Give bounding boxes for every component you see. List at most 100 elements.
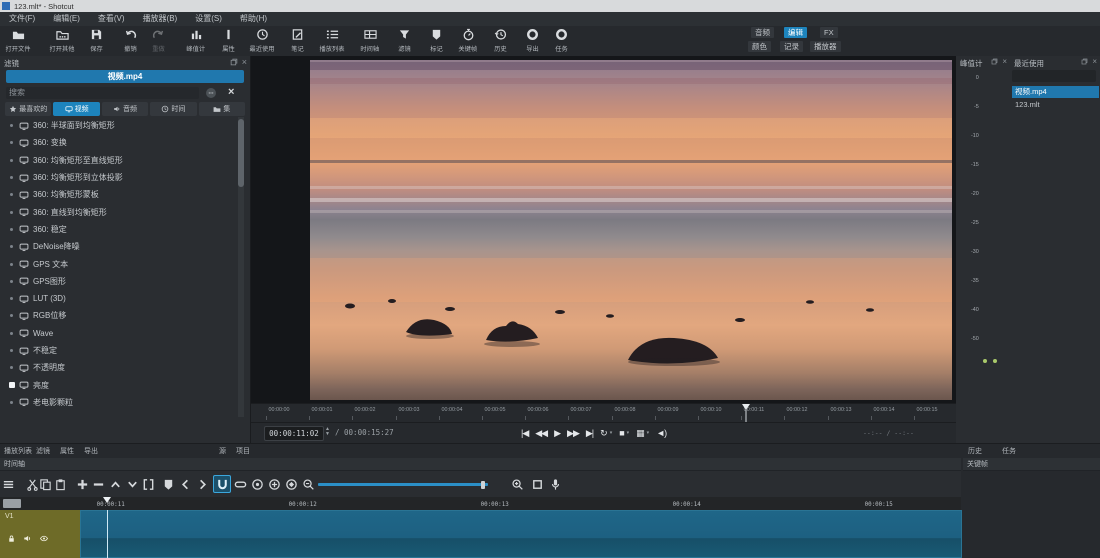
timecode-spinner[interactable]: ▲▼ bbox=[325, 427, 330, 437]
timeline-circle-plus-button[interactable] bbox=[265, 475, 283, 493]
timeline-chev-up-button[interactable] bbox=[106, 475, 124, 493]
track-lock-icon[interactable] bbox=[7, 534, 16, 543]
volume-button[interactable]: ◄) bbox=[656, 425, 666, 441]
player-playhead[interactable] bbox=[742, 404, 750, 410]
menu-3[interactable]: 查看(V) bbox=[89, 12, 134, 26]
toolbar-ring-button[interactable]: 任务 bbox=[539, 27, 583, 53]
timeline-clip[interactable] bbox=[80, 510, 962, 558]
layout-button-4[interactable]: 颜色 bbox=[748, 41, 771, 52]
timeline-magnet-button[interactable] bbox=[213, 475, 231, 493]
rewind-button[interactable]: ◀◀ bbox=[535, 425, 547, 441]
stop-button[interactable]: ■ bbox=[619, 425, 623, 441]
filter-item[interactable]: 不透明度 bbox=[0, 359, 236, 376]
dock-tab-1[interactable]: 播放列表 bbox=[4, 446, 32, 456]
timeline-zoom-out-button[interactable] bbox=[299, 475, 317, 493]
menu-5[interactable]: 设置(S) bbox=[186, 12, 231, 26]
dropdown-caret-icon[interactable]: ▾ bbox=[647, 430, 650, 436]
float-panel-icon[interactable] bbox=[230, 58, 238, 66]
skip-to-end-button[interactable]: ▶| bbox=[586, 425, 593, 441]
layout-button-5[interactable]: 记录 bbox=[780, 41, 803, 52]
layout-button-2[interactable]: 编辑 bbox=[784, 27, 807, 38]
dock-tab-3[interactable]: 属性 bbox=[60, 446, 74, 456]
filter-tab-5[interactable]: 集 bbox=[199, 102, 245, 116]
dock-tab-2[interactable]: 滤镜 bbox=[36, 446, 50, 456]
filter-tab-1[interactable]: 最喜欢的 bbox=[5, 102, 51, 116]
timeline-split-button[interactable] bbox=[139, 475, 157, 493]
timeline-square-button[interactable] bbox=[528, 475, 546, 493]
layout-button-1[interactable]: 音频 bbox=[751, 27, 774, 38]
filter-item[interactable]: 360: 直线到均衡矩形 bbox=[0, 203, 236, 220]
play-button[interactable]: ▶ bbox=[554, 425, 560, 441]
timeline-chev-left-button[interactable] bbox=[176, 475, 194, 493]
filter-item[interactable]: 亮度 bbox=[0, 376, 236, 393]
filter-tab-4[interactable]: 时间 bbox=[150, 102, 196, 116]
filter-item[interactable]: DeNoise降噪 bbox=[0, 238, 236, 255]
timeline-playhead-line[interactable] bbox=[107, 510, 108, 558]
close-panel-icon[interactable]: × bbox=[1092, 58, 1097, 65]
filter-item[interactable]: 360: 均衡矩形到立体投影 bbox=[0, 169, 236, 186]
menu-4[interactable]: 播放器(B) bbox=[134, 12, 187, 26]
float-panel-icon[interactable] bbox=[991, 58, 998, 65]
scrollbar-thumb[interactable] bbox=[238, 119, 244, 187]
filter-item[interactable]: LUT (3D) bbox=[0, 290, 236, 307]
track-mute-icon[interactable] bbox=[23, 534, 32, 543]
timeline-menu-button[interactable] bbox=[0, 475, 17, 493]
current-timecode-field[interactable]: 00:00:11:02 bbox=[264, 426, 324, 441]
filter-item[interactable]: 360: 均衡矩形至直线矩形 bbox=[0, 152, 236, 169]
filter-item[interactable]: GPS 文本 bbox=[0, 255, 236, 272]
fast-forward-button[interactable]: ▶▶ bbox=[567, 425, 579, 441]
filter-item[interactable]: 360: 变换 bbox=[0, 134, 236, 151]
grid-button[interactable]: ▦ bbox=[636, 425, 644, 441]
timeline-zoom-slider[interactable] bbox=[318, 483, 488, 486]
timeline-minus-button[interactable] bbox=[89, 475, 107, 493]
menu-2[interactable]: 编辑(E) bbox=[44, 12, 89, 26]
timeline-marker-button[interactable] bbox=[159, 475, 177, 493]
filter-item[interactable]: RGB位移 bbox=[0, 307, 236, 324]
timeline-circle-diamond-button[interactable] bbox=[282, 475, 300, 493]
filter-list-scrollbar[interactable] bbox=[238, 117, 244, 417]
filtered-clip-name[interactable]: 视频.mp4 bbox=[6, 70, 244, 83]
close-panel-icon[interactable]: × bbox=[1002, 58, 1007, 65]
right-dock-tab-1[interactable]: 历史 bbox=[968, 446, 982, 456]
dock-tab-4[interactable]: 导出 bbox=[84, 446, 98, 456]
timeline-paste-button[interactable] bbox=[51, 475, 69, 493]
player-scrub-ruler[interactable]: 00:00:0000:00:0100:00:0200:00:0300:00:04… bbox=[251, 403, 956, 422]
player-tab-2[interactable]: 项目 bbox=[236, 446, 250, 456]
timeline-pill-button[interactable] bbox=[231, 475, 249, 493]
recent-search-input[interactable] bbox=[1012, 70, 1096, 82]
dropdown-caret-icon[interactable]: ▾ bbox=[627, 430, 630, 436]
recent-item[interactable]: 视频.mp4 bbox=[1012, 86, 1099, 98]
filter-item[interactable]: 360: 稳定 bbox=[0, 221, 236, 238]
filter-search-input[interactable]: 搜索 bbox=[6, 87, 199, 99]
track-head-v1[interactable]: V1 bbox=[0, 510, 80, 558]
timeline-zoom-in-button[interactable] bbox=[508, 475, 526, 493]
filter-item[interactable]: 360: 均衡矩形蒙板 bbox=[0, 186, 236, 203]
loop-button[interactable]: ↻ bbox=[600, 425, 607, 441]
toolbar-folder-button[interactable]: 打开文件 bbox=[0, 27, 40, 53]
clear-search-icon[interactable]: × bbox=[228, 86, 234, 98]
menu-1[interactable]: 文件(F) bbox=[0, 12, 44, 26]
filter-item[interactable]: 不稳定 bbox=[0, 342, 236, 359]
layout-button-6[interactable]: 播放器 bbox=[810, 41, 841, 52]
filter-item[interactable]: 360: 半球面到均衡矩形 bbox=[0, 117, 236, 134]
timeline-ruler[interactable]: 00:00:1100:00:1200:00:1300:00:1400:00:15 bbox=[0, 497, 961, 511]
filter-item[interactable]: GPS图形 bbox=[0, 273, 236, 290]
layout-button-3[interactable]: FX bbox=[820, 27, 838, 38]
close-panel-icon[interactable]: × bbox=[242, 58, 247, 66]
right-dock-tab-2[interactable]: 任务 bbox=[1002, 446, 1016, 456]
filter-item[interactable]: Wave bbox=[0, 325, 236, 342]
filter-item[interactable]: 老电影颗粒 bbox=[0, 394, 236, 411]
track-hide-icon[interactable] bbox=[39, 534, 49, 543]
player-tab-1[interactable]: 源 bbox=[219, 446, 226, 456]
timeline-circle-dot-button[interactable] bbox=[248, 475, 266, 493]
filter-tab-2[interactable]: 视频 bbox=[53, 102, 99, 116]
timeline-mic-button[interactable] bbox=[546, 475, 564, 493]
menu-6[interactable]: 帮助(H) bbox=[231, 12, 276, 26]
skip-to-start-button[interactable]: |◀ bbox=[521, 425, 528, 441]
recent-item[interactable]: 123.mlt bbox=[1012, 99, 1099, 111]
dropdown-caret-icon[interactable]: ▾ bbox=[610, 430, 613, 436]
zoom-slider-handle[interactable] bbox=[481, 481, 485, 489]
search-options-icon[interactable] bbox=[206, 88, 216, 98]
filter-tab-3[interactable]: 音频 bbox=[102, 102, 148, 116]
float-panel-icon[interactable] bbox=[1081, 58, 1088, 65]
